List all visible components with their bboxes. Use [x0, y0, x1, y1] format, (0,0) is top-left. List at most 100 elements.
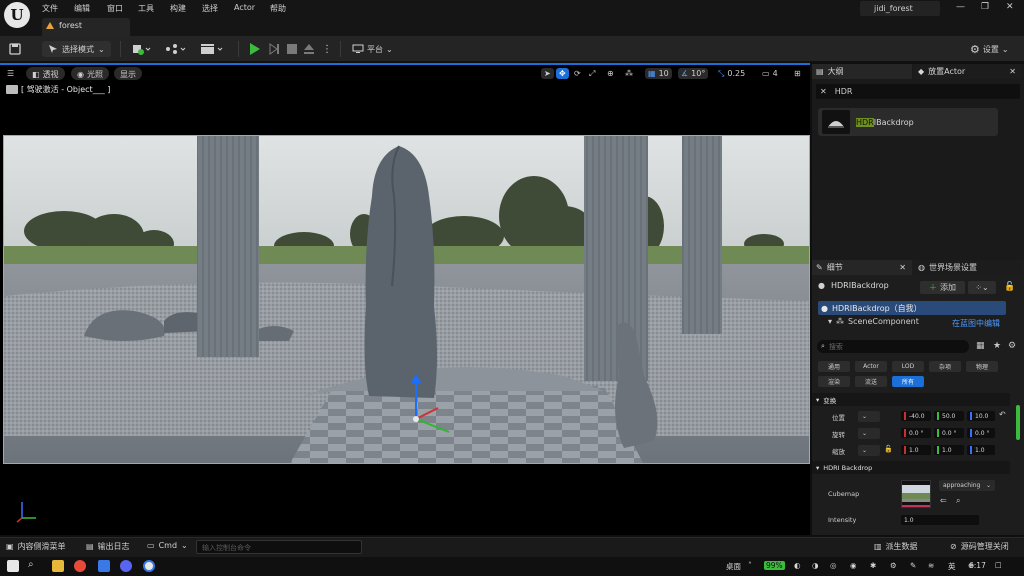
output-log-button[interactable]: ▤ 输出日志: [86, 541, 130, 552]
maximize-viewport-icon[interactable]: ⊞: [794, 68, 801, 79]
scale-y-field[interactable]: 1.0: [934, 445, 964, 455]
hdri-section-header[interactable]: ▾ HDRI Backdrop: [812, 461, 1010, 474]
windows-start-icon[interactable]: [7, 560, 19, 572]
scale-z-field[interactable]: 1.0: [967, 445, 995, 455]
table-view-icon[interactable]: ▦: [976, 341, 985, 351]
grid-snap-button[interactable]: ▦ 10: [645, 68, 672, 79]
search-icon[interactable]: ⌕: [28, 559, 34, 570]
filter-general[interactable]: 通用: [818, 361, 850, 372]
translate-tool-icon[interactable]: ✥: [556, 68, 569, 79]
minimize-icon[interactable]: —: [956, 2, 965, 12]
add-component-button[interactable]: ＋添加: [920, 281, 965, 294]
gear-icon[interactable]: ⚙: [1008, 341, 1016, 351]
outliner-search-input[interactable]: ✕ HDR: [816, 84, 1020, 99]
lock-scale-icon[interactable]: 🔓: [884, 445, 893, 453]
discord-icon[interactable]: [120, 560, 132, 572]
lighting-button[interactable]: ◉ 光照: [71, 67, 109, 80]
cubemap-asset-dropdown[interactable]: approaching ⌄: [939, 480, 995, 491]
filter-actor[interactable]: Actor: [855, 361, 887, 372]
world-space-icon[interactable]: ⊕: [607, 68, 614, 79]
surface-snap-icon[interactable]: ⁂: [625, 68, 633, 79]
filter-rendering[interactable]: 渲染: [818, 376, 850, 387]
filter-streaming[interactable]: 流送: [855, 376, 887, 387]
outliner-tab[interactable]: ▤ 大纲: [812, 64, 912, 79]
scale-mode-dropdown[interactable]: ⌄: [858, 445, 880, 456]
network-icon[interactable]: ⚙: [890, 561, 897, 570]
location-x-field[interactable]: -40.0: [901, 411, 931, 421]
play-button[interactable]: [250, 41, 260, 57]
show-button[interactable]: 显示: [114, 67, 142, 80]
location-mode-dropdown[interactable]: ⌄: [858, 411, 880, 422]
filter-physics[interactable]: 物理: [966, 361, 998, 372]
rotate-tool-icon[interactable]: ⟳: [574, 68, 581, 79]
close-icon[interactable]: ✕: [1006, 2, 1014, 12]
details-tab[interactable]: ✎ 细节 ✕: [812, 260, 912, 275]
save-icon[interactable]: [9, 41, 21, 57]
volume-icon[interactable]: ◑: [812, 561, 819, 570]
stop-button[interactable]: [286, 41, 298, 57]
scale-snap-button[interactable]: ⤡ 0.25: [718, 68, 745, 79]
cinematics-button[interactable]: [200, 41, 224, 57]
menu-edit[interactable]: 编辑: [74, 3, 90, 14]
intensity-field[interactable]: 1.0: [901, 515, 979, 525]
scale-tool-icon[interactable]: ⤢: [589, 68, 595, 79]
rotation-z-field[interactable]: 0.0 °: [967, 428, 995, 438]
content-drawer-button[interactable]: ▣ 内容侧滑菜单: [6, 541, 66, 552]
derived-data-button[interactable]: ▥ 派生数据: [874, 541, 918, 552]
select-tool-icon[interactable]: ➤: [541, 68, 554, 79]
platform-button[interactable]: 平台 ⌄: [352, 41, 393, 57]
menu-file[interactable]: 文件: [42, 3, 58, 14]
clear-search-icon[interactable]: ✕: [820, 87, 827, 96]
lock-icon[interactable]: 🔓: [1004, 282, 1015, 292]
wifi-icon[interactable]: ≋: [928, 561, 934, 570]
pen-icon[interactable]: ✎: [910, 561, 916, 570]
close-tab-icon[interactable]: ✕: [899, 263, 912, 272]
unreal-taskbar-icon[interactable]: [143, 560, 155, 572]
camera-speed-button[interactable]: ▭ 4: [762, 68, 778, 79]
unreal-logo-icon[interactable]: U: [4, 2, 30, 28]
filter-lod[interactable]: LOD: [892, 361, 924, 372]
select-mode-button[interactable]: 选择模式 ⌄: [42, 41, 111, 57]
restore-icon[interactable]: ❐: [981, 2, 989, 12]
rotation-mode-dropdown[interactable]: ⌄: [858, 428, 880, 439]
menu-select[interactable]: 选择: [202, 3, 218, 14]
place-actors-tab[interactable]: ◆ 放置Actor ✕: [914, 64, 1022, 79]
chevron-up-icon[interactable]: ˄: [748, 561, 752, 570]
play-options-icon[interactable]: ⋮: [322, 41, 332, 57]
scale-x-field[interactable]: 1.0: [901, 445, 931, 455]
desktop-label[interactable]: 桌面: [726, 561, 741, 572]
battery-indicator[interactable]: 99%: [764, 561, 785, 570]
cubemap-thumbnail[interactable]: [901, 480, 931, 508]
filter-misc[interactable]: 杂项: [929, 361, 961, 372]
file-explorer-icon[interactable]: [52, 560, 64, 572]
perspective-button[interactable]: ◧ 透视: [26, 67, 65, 80]
browse-icon[interactable]: ⌕: [956, 496, 960, 506]
rotation-y-field[interactable]: 0.0 °: [934, 428, 964, 438]
menu-actor[interactable]: Actor: [234, 3, 255, 12]
world-settings-tab[interactable]: ◍ 世界场景设置: [914, 260, 1022, 275]
eject-button[interactable]: [303, 41, 315, 57]
notification-icon[interactable]: ☐: [995, 561, 1002, 570]
app-tray-icon[interactable]: ◎: [830, 561, 837, 570]
scene-component-item[interactable]: ▾ ⁂ SceneComponent: [828, 317, 919, 326]
rotate-snap-button[interactable]: ∡ 10°: [678, 68, 709, 79]
location-y-field[interactable]: 50.0: [934, 411, 964, 421]
add-content-button[interactable]: [132, 41, 152, 57]
filter-all[interactable]: 所有: [892, 376, 924, 387]
scene-render[interactable]: [3, 135, 810, 464]
menu-window[interactable]: 窗口: [107, 3, 123, 14]
blueprint-button[interactable]: [165, 41, 187, 57]
menu-build[interactable]: 构建: [170, 3, 186, 14]
source-control-button[interactable]: ⊘ 源码管理关闭: [950, 541, 1009, 552]
advance-frame-button[interactable]: [268, 41, 280, 57]
reset-arrow-icon[interactable]: ↶: [999, 410, 1006, 419]
component-self-item[interactable]: ● HDRIBackdrop（自我）: [818, 301, 1006, 315]
outliner-result-item[interactable]: HDRIBackdrop: [818, 108, 998, 136]
edit-in-blueprint-link[interactable]: 在蓝图中编辑: [952, 318, 1000, 329]
viewport-menu-icon[interactable]: ☰: [7, 68, 14, 79]
ime-indicator[interactable]: 英: [948, 561, 956, 572]
rotation-x-field[interactable]: 0.0 °: [901, 428, 931, 438]
close-tab-icon[interactable]: ✕: [1009, 67, 1022, 76]
mail-icon[interactable]: [98, 560, 110, 572]
settings-button[interactable]: ⚙ 设置 ⌄: [970, 41, 1009, 57]
